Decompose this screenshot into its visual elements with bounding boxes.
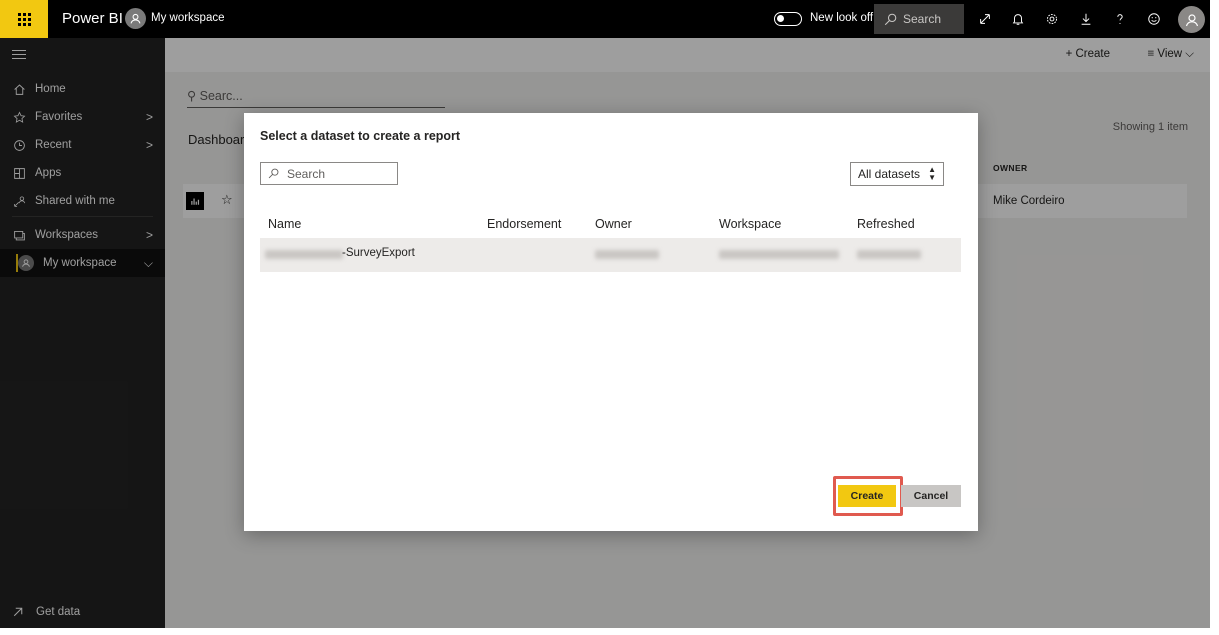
create-button[interactable]: Create [838, 485, 896, 507]
download-icon[interactable] [1069, 0, 1103, 38]
global-search-placeholder: Search [903, 12, 942, 26]
redacted-refreshed [857, 250, 921, 259]
cancel-button[interactable]: Cancel [901, 485, 961, 507]
dataset-name: -SurveyExport [342, 247, 415, 259]
help-icon[interactable] [1103, 0, 1137, 38]
app-window: Power BI My workspace New look off Searc… [0, 0, 1210, 628]
select-dataset-dialog: Select a dataset to create a report Sear… [244, 113, 978, 531]
select-arrows-icon: ▲ ▼ [928, 165, 936, 182]
column-header-endorsement[interactable]: Endorsement [487, 217, 561, 231]
column-header-refreshed[interactable]: Refreshed [857, 217, 915, 231]
redacted-name [265, 250, 343, 259]
app-name[interactable]: Power BI [62, 10, 123, 27]
settings-icon[interactable] [1035, 0, 1069, 38]
global-search-box[interactable]: Search [874, 4, 964, 34]
column-header-owner[interactable]: Owner [595, 217, 632, 231]
new-look-label: New look off [810, 12, 874, 24]
workspace-avatar-icon [125, 8, 146, 29]
feedback-icon[interactable] [1137, 0, 1171, 38]
dataset-filter-select[interactable]: All datasets ▲ ▼ [850, 162, 944, 186]
expand-icon[interactable] [968, 0, 1002, 38]
dataset-search-placeholder: Search [287, 166, 326, 181]
column-header-workspace[interactable]: Workspace [719, 217, 781, 231]
account-icon[interactable] [1178, 6, 1205, 33]
dataset-filter-value: All datasets [858, 167, 921, 181]
column-header-name[interactable]: Name [268, 217, 301, 231]
dataset-row[interactable]: -SurveyExport [260, 238, 961, 272]
dialog-title: Select a dataset to create a report [260, 129, 461, 143]
search-icon [884, 13, 897, 25]
app-launcher-button[interactable] [0, 0, 48, 38]
waffle-icon [17, 12, 31, 26]
notification-icon[interactable] [1001, 0, 1035, 38]
breadcrumb-workspace[interactable]: My workspace [151, 12, 225, 24]
redacted-owner [595, 250, 659, 259]
new-look-toggle[interactable] [774, 12, 802, 26]
top-bar: Power BI My workspace New look off Searc… [0, 0, 1210, 38]
dataset-search-input[interactable]: Search [260, 162, 398, 185]
redacted-workspace [719, 250, 839, 259]
search-icon [268, 168, 279, 179]
